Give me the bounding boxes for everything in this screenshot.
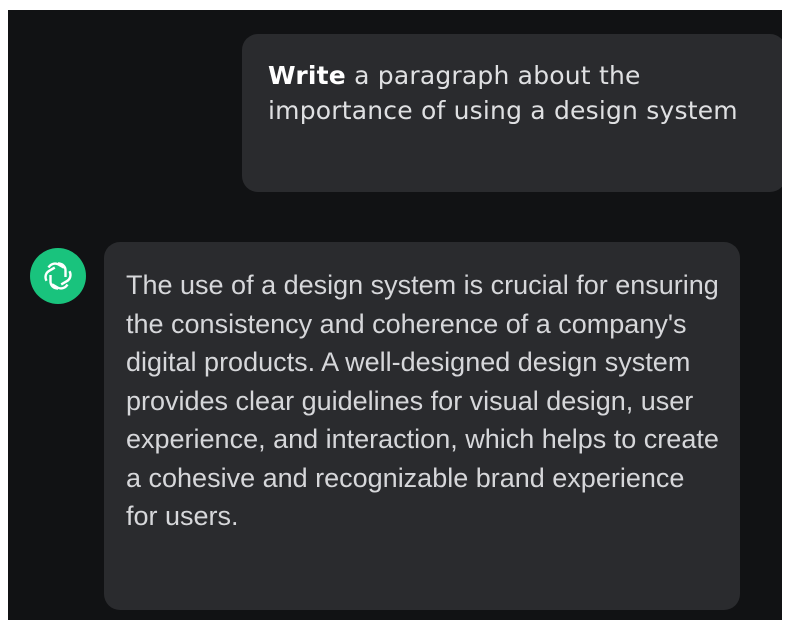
- openai-logo-icon: [44, 262, 72, 290]
- assistant-avatar: [30, 248, 86, 304]
- user-message-bold-word: Write: [268, 61, 346, 90]
- assistant-message-bubble: The use of a design system is crucial fo…: [104, 242, 740, 610]
- chat-window: Write a paragraph about the importance o…: [8, 10, 782, 620]
- user-message-bubble: Write a paragraph about the importance o…: [242, 34, 782, 192]
- assistant-message-text: The use of a design system is crucial fo…: [126, 270, 719, 531]
